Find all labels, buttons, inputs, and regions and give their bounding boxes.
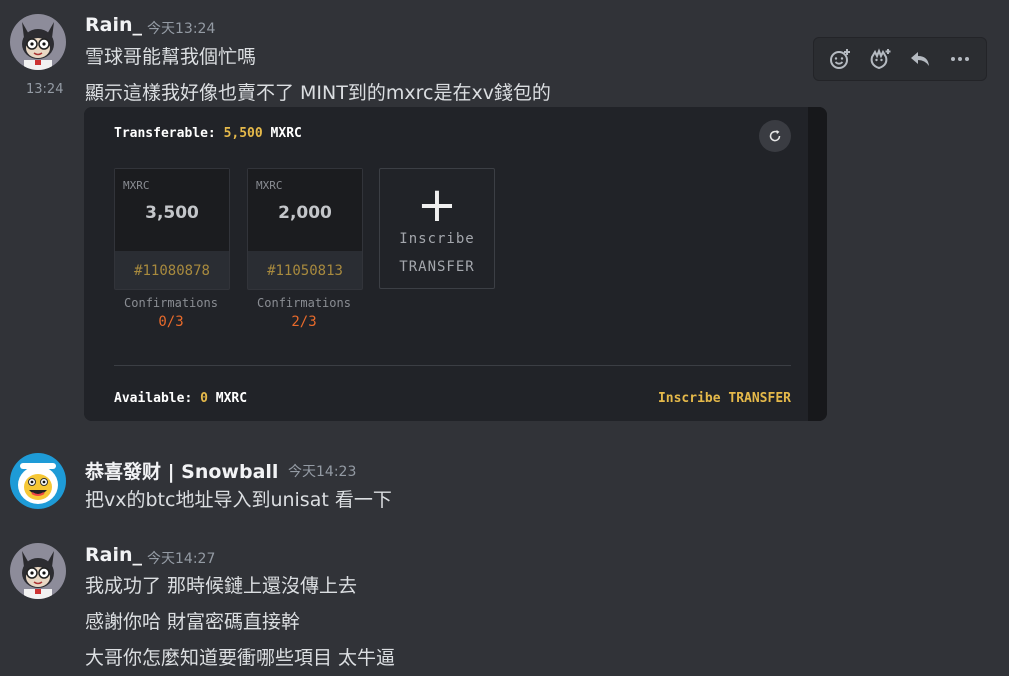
avatar-rain[interactable] xyxy=(10,14,66,70)
card-inscription-number: #11080878 xyxy=(134,263,210,279)
add-reaction-button[interactable] xyxy=(822,41,858,77)
transferable-unit: MXRC xyxy=(270,126,302,141)
refresh-button[interactable] xyxy=(759,120,791,152)
super-reaction-icon xyxy=(870,48,891,70)
available-unit: MXRC xyxy=(215,391,248,406)
transferable-row: Transferable: 5,500 MXRC xyxy=(114,126,302,141)
message-text: 雪球哥能幫我個忙嗎 xyxy=(85,46,257,68)
hover-timestamp: 13:24 xyxy=(26,82,64,97)
message-text: 感謝你哈 財富密碼直接幹 xyxy=(85,611,301,633)
super-reaction-button[interactable] xyxy=(862,41,898,77)
panel-edge xyxy=(808,107,827,421)
message-actions-toolbar xyxy=(813,37,987,81)
transferable-value: 5,500 xyxy=(223,126,263,141)
available-row: Available: 0 MXRC xyxy=(114,391,247,406)
more-options-button[interactable] xyxy=(942,41,978,77)
message-text: 大哥你怎麼知道要衝哪些項目 太牛逼 xyxy=(85,647,396,669)
message-timestamp: 今天14:23 xyxy=(288,464,357,480)
inscribe-transfer-link[interactable]: Inscribe TRANSFER xyxy=(658,391,791,406)
plus-icon: + xyxy=(416,177,458,233)
wallet-panel: Transferable: 5,500 MXRC MXRC 3,500 #110… xyxy=(84,107,808,421)
transfer-label: TRANSFER xyxy=(399,259,475,275)
rain-avatar-image xyxy=(10,14,66,70)
card-inscription-number: #11050813 xyxy=(267,263,343,279)
confirmations-value: 0/3 xyxy=(158,314,184,330)
inscribe-label: Inscribe xyxy=(399,231,475,247)
available-value: 0 xyxy=(200,391,208,406)
confirmations-label: Confirmations xyxy=(124,296,218,310)
transferable-label: Transferable: xyxy=(114,126,216,141)
confirmations-label: Confirmations xyxy=(257,296,351,310)
refresh-icon xyxy=(769,130,781,142)
inscription-card[interactable]: MXRC 3,500 #11080878 xyxy=(114,168,230,290)
message-timestamp: 今天14:27 xyxy=(147,551,216,567)
message-author[interactable]: 恭喜發财 | Snowball xyxy=(85,457,278,484)
more-icon xyxy=(951,57,969,61)
available-label: Available: xyxy=(114,391,193,406)
avatar-snowball[interactable] xyxy=(10,453,66,509)
divider xyxy=(114,365,791,366)
inscription-card[interactable]: MXRC 2,000 #11050813 xyxy=(247,168,363,290)
snowball-avatar-image xyxy=(10,453,66,509)
message-timestamp: 今天13:24 xyxy=(147,21,216,37)
card-ticker: MXRC xyxy=(123,179,150,192)
message-text: 我成功了 那時候鏈上還沒傳上去 xyxy=(85,575,358,597)
add-reaction-icon xyxy=(830,49,850,69)
card-amount: 3,500 xyxy=(145,203,199,223)
message-text: 把vx的btc地址导入到unisat 看一下 xyxy=(85,489,392,511)
image-attachment[interactable]: Transferable: 5,500 MXRC MXRC 3,500 #110… xyxy=(84,107,827,421)
inscribe-transfer-card[interactable]: + Inscribe TRANSFER xyxy=(379,168,495,289)
message-author[interactable]: Rain_ xyxy=(85,544,142,566)
avatar-rain[interactable] xyxy=(10,543,66,599)
reply-icon xyxy=(911,52,929,66)
card-amount: 2,000 xyxy=(278,203,332,223)
reply-button[interactable] xyxy=(902,41,938,77)
message-text: 顯示這樣我好像也賣不了 MINT到的mxrc是在xv錢包的 xyxy=(85,82,551,104)
rain-avatar-image xyxy=(10,543,66,599)
message-author[interactable]: Rain_ xyxy=(85,14,142,36)
card-ticker: MXRC xyxy=(256,179,283,192)
confirmations-value: 2/3 xyxy=(291,314,317,330)
